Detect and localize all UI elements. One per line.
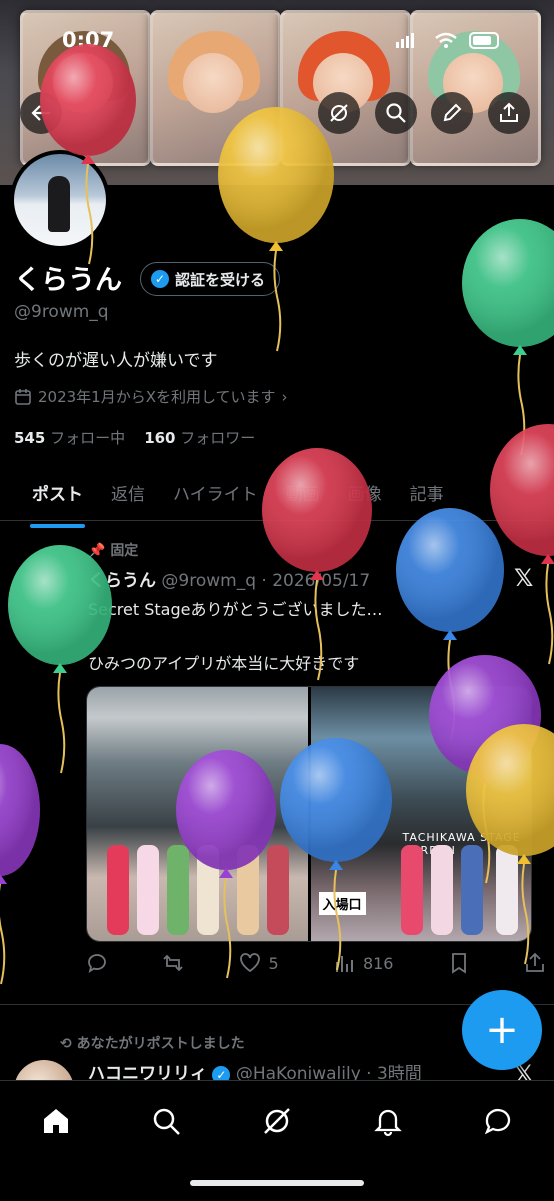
search-button[interactable] bbox=[375, 92, 417, 134]
following-link[interactable]: 545 フォロー中 bbox=[14, 429, 125, 447]
heart-icon bbox=[239, 953, 260, 973]
edit-button[interactable] bbox=[431, 92, 473, 134]
share-icon bbox=[500, 102, 518, 122]
signal-wifi-battery-icon bbox=[396, 32, 499, 49]
follow-stats: 545 フォロー中 160 フォロワー bbox=[14, 427, 255, 448]
calendar-icon bbox=[15, 388, 31, 405]
grok-icon bbox=[264, 1108, 290, 1134]
chevron-right-icon: › bbox=[281, 387, 288, 406]
following-label: フォロー中 bbox=[50, 429, 126, 447]
get-verified-button[interactable]: ✓ 認証を受ける bbox=[140, 262, 281, 296]
like-count: 5 bbox=[268, 953, 279, 973]
media-entrance-sign: 入場口 bbox=[318, 892, 366, 915]
media-image[interactable] bbox=[87, 687, 308, 941]
joined-date[interactable]: 2023年1月からXを利用しています › bbox=[14, 386, 288, 407]
back-arrow-icon bbox=[31, 105, 50, 121]
post-author: くらうん bbox=[88, 571, 156, 591]
nav-search[interactable] bbox=[146, 1101, 186, 1141]
followers-count: 160 bbox=[144, 429, 176, 447]
tab-articles[interactable]: 記事 bbox=[410, 468, 444, 520]
pinned-label: 📌 固定 bbox=[88, 543, 139, 559]
share-icon bbox=[526, 952, 544, 972]
compose-post-button[interactable]: + bbox=[462, 990, 542, 1070]
pin-icon: 📌 bbox=[88, 543, 106, 559]
share-post-button[interactable] bbox=[524, 952, 546, 974]
message-icon bbox=[484, 1108, 511, 1135]
nav-messages[interactable] bbox=[478, 1101, 518, 1141]
search-icon bbox=[153, 1108, 180, 1135]
reply-icon bbox=[88, 954, 106, 973]
repost-button[interactable] bbox=[162, 952, 184, 974]
bell-icon bbox=[374, 1109, 402, 1137]
tab-posts[interactable]: ポスト bbox=[30, 468, 85, 528]
search-icon bbox=[386, 103, 406, 123]
home-icon bbox=[44, 1109, 68, 1133]
followers-link[interactable]: 160 フォロワー bbox=[144, 429, 255, 447]
tab-images[interactable]: 画像 bbox=[348, 468, 382, 520]
nav-notifications[interactable] bbox=[368, 1101, 408, 1141]
following-count: 545 bbox=[14, 429, 46, 447]
media-image[interactable]: TACHIKAWA STAGE GARDEN 入場口 bbox=[310, 687, 531, 941]
balloon-icon bbox=[490, 424, 554, 665]
grok-icon bbox=[330, 104, 348, 122]
tab-highlights[interactable]: ハイライト bbox=[173, 468, 258, 520]
nav-home[interactable] bbox=[36, 1101, 76, 1141]
banner-card bbox=[280, 10, 411, 166]
post-media[interactable]: TACHIKAWA STAGE GARDEN 入場口 bbox=[86, 686, 532, 942]
back-button[interactable] bbox=[20, 92, 62, 134]
profile-handle: @9rowm_q bbox=[14, 302, 109, 322]
balloon-icon bbox=[0, 744, 40, 985]
profile-name: くらうん bbox=[14, 265, 122, 296]
share-button[interactable] bbox=[488, 92, 530, 134]
nav-grok[interactable] bbox=[257, 1101, 297, 1141]
grok-button[interactable] bbox=[318, 92, 360, 134]
bookmark-button[interactable] bbox=[448, 952, 470, 974]
tab-replies[interactable]: 返信 bbox=[111, 468, 145, 520]
profile-bio: 歩くのが遅い人が嫌いです bbox=[14, 351, 218, 371]
reply-button[interactable] bbox=[86, 952, 108, 974]
like-button[interactable]: 5 bbox=[239, 952, 279, 974]
post-header[interactable]: くらうん @9rowm_q · 2026/05/17 bbox=[88, 566, 370, 591]
pencil-icon bbox=[443, 103, 462, 122]
post-actions: 5 816 bbox=[86, 952, 546, 974]
verified-badge-icon: ✓ bbox=[151, 270, 169, 288]
views-chart-icon bbox=[335, 956, 353, 972]
followers-label: フォロワー bbox=[180, 429, 256, 447]
home-indicator bbox=[190, 1180, 364, 1186]
view-count: 816 bbox=[362, 953, 394, 973]
profile-tabs: ポスト 返信 ハイライト 動画 画像 記事 bbox=[0, 468, 554, 528]
avatar[interactable] bbox=[10, 150, 110, 250]
repost-note: ⟲ あなたがリポストしました bbox=[60, 1036, 245, 1052]
balloon-icon bbox=[462, 219, 554, 456]
repost-icon bbox=[163, 954, 183, 972]
banner-card bbox=[150, 10, 281, 166]
bookmark-icon bbox=[451, 953, 466, 974]
joined-text: 2023年1月からXを利用しています bbox=[38, 388, 276, 406]
status-icons bbox=[396, 30, 516, 54]
verify-label: 認証を受ける bbox=[175, 270, 266, 289]
views-button[interactable]: 816 bbox=[333, 952, 394, 974]
repost-small-icon: ⟲ bbox=[60, 1036, 72, 1052]
post-handle-date: @9rowm_q · 2026/05/17 bbox=[161, 571, 371, 591]
tab-videos[interactable]: 動画 bbox=[286, 468, 320, 520]
post-text-line: ひみつのアイプリが本当に大好きです bbox=[88, 654, 360, 673]
status-time: 0:07 bbox=[62, 28, 115, 52]
post-text-line: Secret Stageありがとうございました… bbox=[88, 600, 383, 619]
x-logo-icon: 𝕏 bbox=[514, 564, 534, 592]
